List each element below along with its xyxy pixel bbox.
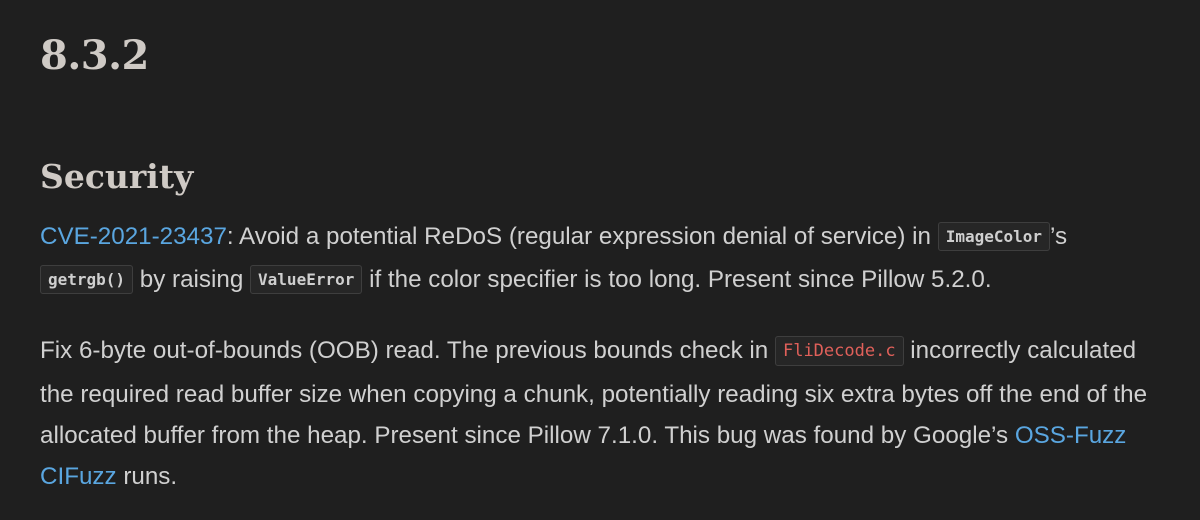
paragraph-text: ’s — [1050, 223, 1068, 250]
oss-fuzz-link[interactable]: OSS-Fuzz — [1015, 422, 1127, 449]
paragraph-text: if the color specifier is too long. Pres… — [362, 266, 992, 293]
code-valueerror: ValueError — [250, 265, 363, 294]
section-heading-security: Security — [40, 157, 194, 196]
release-notes-page: 8.3.2 Security CVE-2021-23437: Avoid a p… — [0, 0, 1200, 520]
code-flidecode: FliDecode.c — [774, 336, 904, 366]
cve-link[interactable]: CVE-2021-23437 — [40, 223, 227, 250]
security-paragraph-cve: CVE-2021-23437: Avoid a potential ReDoS … — [40, 216, 1160, 302]
paragraph-text: : Avoid a potential ReDoS (regular expre… — [226, 223, 938, 250]
paragraph-text: by raising — [133, 266, 251, 293]
version-heading: 8.3.2 — [40, 32, 149, 79]
security-paragraph-oob: Fix 6-byte out-of-bounds (OOB) read. The… — [40, 330, 1160, 497]
cifuzz-link[interactable]: CIFuzz — [40, 463, 117, 490]
paragraph-text: Fix 6-byte out-of-bounds (OOB) read. The… — [40, 337, 775, 364]
code-imagecolor: ImageColor — [937, 222, 1051, 251]
code-getrgb: getrgb() — [40, 265, 134, 294]
paragraph-text: runs. — [116, 463, 178, 490]
